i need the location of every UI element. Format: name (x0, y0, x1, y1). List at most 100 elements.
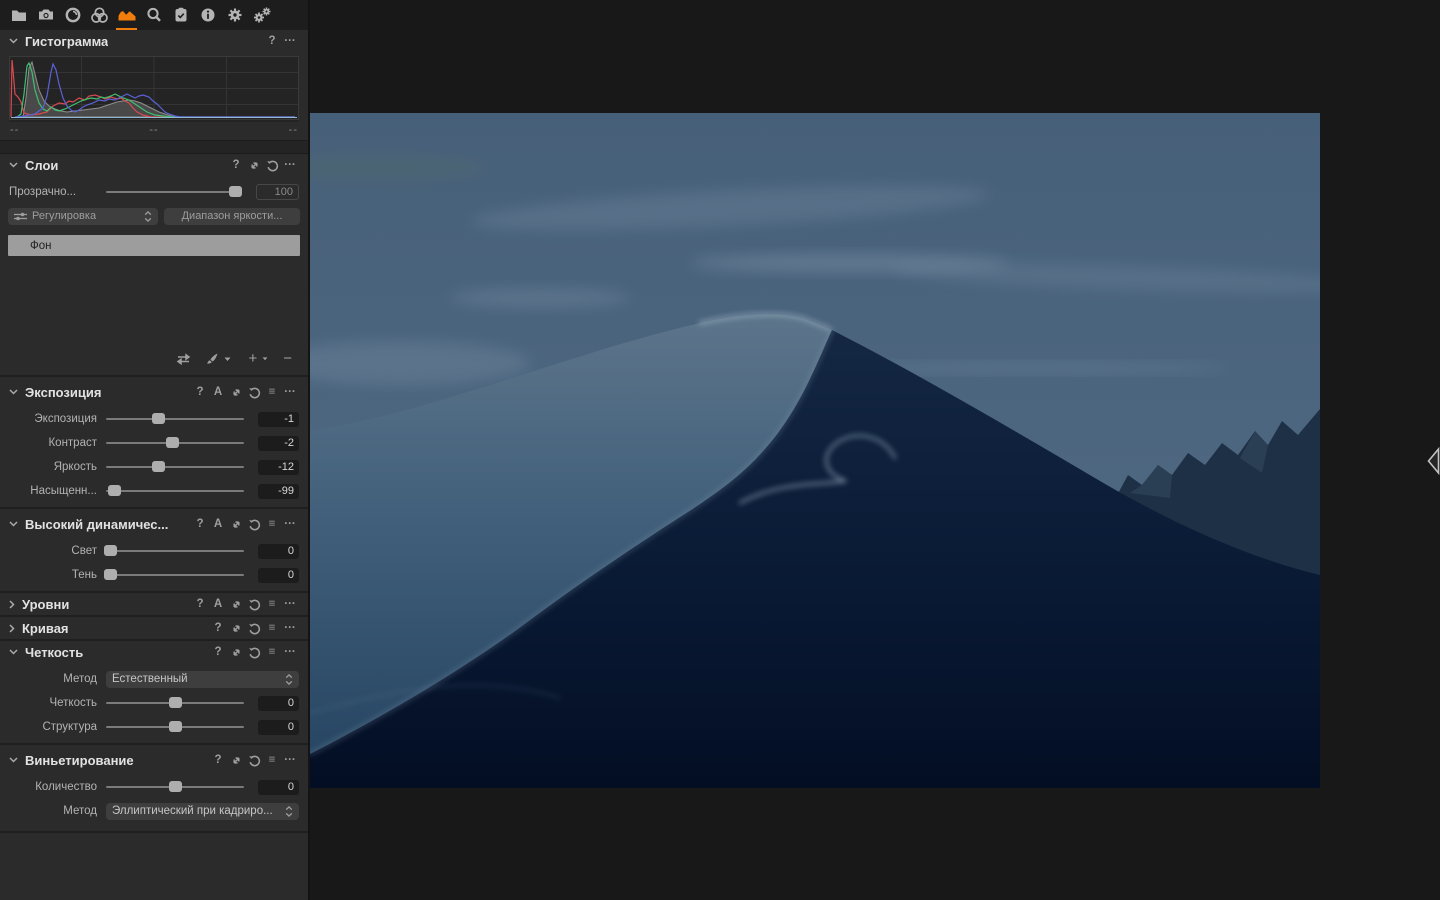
slider-thumb[interactable] (169, 781, 182, 792)
remove-layer-icon[interactable]: − (283, 352, 296, 366)
help-icon[interactable]: ? (263, 32, 281, 50)
chevron-right-icon[interactable] (9, 600, 15, 609)
panel-title[interactable]: Экспозиция (25, 385, 101, 400)
caret-down-icon[interactable] (262, 357, 268, 361)
reset-icon[interactable] (245, 646, 263, 659)
more-options-icon[interactable]: ··· (281, 751, 299, 769)
preset-menu-icon[interactable]: ≡ (263, 751, 281, 769)
slider-thumb[interactable] (108, 485, 121, 496)
panel-title[interactable]: Четкость (25, 645, 83, 660)
help-icon[interactable]: ? (209, 751, 227, 769)
tab-capture[interactable] (32, 0, 59, 30)
slider-thumb[interactable] (152, 413, 165, 424)
chevron-right-icon[interactable] (9, 624, 15, 633)
exposure-slider[interactable] (106, 412, 244, 426)
more-options-icon[interactable]: ··· (281, 515, 299, 533)
help-icon[interactable]: ? (191, 515, 209, 533)
caret-down-icon[interactable] (224, 357, 231, 362)
slider-thumb[interactable] (166, 437, 179, 448)
highlight-slider[interactable] (106, 544, 244, 558)
tab-exposure[interactable] (113, 0, 140, 30)
auto-adjust-icon[interactable]: A (209, 595, 227, 613)
slider-value[interactable]: -12 (258, 460, 299, 475)
slider-value[interactable]: -99 (258, 484, 299, 499)
reset-icon[interactable] (245, 754, 263, 767)
structure-slider[interactable] (106, 720, 244, 734)
chevron-down-icon[interactable] (9, 649, 18, 655)
more-options-icon[interactable]: ··· (281, 32, 299, 50)
tab-library[interactable] (5, 0, 32, 30)
reset-icon[interactable] (245, 518, 263, 531)
preset-menu-icon[interactable]: ≡ (263, 383, 281, 401)
chevron-down-icon[interactable] (9, 521, 18, 527)
opacity-slider[interactable] (106, 185, 242, 199)
more-options-icon[interactable]: ··· (281, 383, 299, 401)
reset-icon[interactable] (245, 386, 263, 399)
panel-title[interactable]: Виньетирование (25, 753, 134, 768)
chevron-down-icon[interactable] (9, 757, 18, 763)
preset-menu-icon[interactable]: ≡ (263, 515, 281, 533)
more-options-icon[interactable]: ··· (281, 156, 299, 174)
more-options-icon[interactable]: ··· (281, 619, 299, 637)
preset-menu-icon[interactable]: ≡ (263, 595, 281, 613)
slider-value[interactable]: 0 (258, 544, 299, 559)
more-options-icon[interactable]: ··· (281, 643, 299, 661)
copy-apply-icon[interactable] (227, 622, 245, 635)
panel-title[interactable]: Высокий динамичес... (25, 517, 168, 532)
more-options-icon[interactable]: ··· (281, 595, 299, 613)
copy-apply-icon[interactable] (227, 646, 245, 659)
clarity-method-dropdown[interactable]: Естественный (106, 671, 299, 688)
auto-adjust-icon[interactable]: A (209, 383, 227, 401)
opacity-value[interactable]: 100 (256, 184, 299, 200)
slider-thumb[interactable] (229, 186, 242, 197)
slider-track[interactable] (106, 191, 242, 193)
tab-color[interactable] (86, 0, 113, 30)
tab-metadata[interactable] (194, 0, 221, 30)
preset-menu-icon[interactable]: ≡ (263, 619, 281, 637)
slider-thumb[interactable] (169, 697, 182, 708)
panel-title[interactable]: Кривая (22, 621, 69, 636)
preset-menu-icon[interactable]: ≡ (263, 643, 281, 661)
collapse-panel-arrow[interactable] (1426, 447, 1440, 475)
layer-row-background[interactable]: Фон (8, 235, 300, 256)
brightness-slider[interactable] (106, 460, 244, 474)
layer-mode-dropdown[interactable]: Регулировка (8, 208, 158, 225)
slider-thumb[interactable] (169, 721, 182, 732)
reset-icon[interactable] (245, 622, 263, 635)
saturation-slider[interactable] (106, 484, 244, 498)
luma-range-button[interactable]: Диапазон яркости... (164, 208, 300, 225)
tab-details[interactable] (140, 0, 167, 30)
chevron-down-icon[interactable] (9, 162, 18, 168)
help-icon[interactable]: ? (209, 643, 227, 661)
slider-value[interactable]: 0 (258, 696, 299, 711)
brush-tool-icon[interactable] (205, 352, 219, 366)
add-layer-icon[interactable]: + (248, 352, 257, 366)
reset-icon[interactable] (245, 598, 263, 611)
slider-value[interactable]: 0 (258, 780, 299, 795)
tab-adjustments[interactable] (167, 0, 194, 30)
copy-apply-icon[interactable] (227, 518, 245, 531)
copy-apply-icon[interactable] (227, 386, 245, 399)
contrast-slider[interactable] (106, 436, 244, 450)
slider-value[interactable]: -1 (258, 412, 299, 427)
reset-icon[interactable] (263, 159, 281, 172)
help-icon[interactable]: ? (191, 595, 209, 613)
tab-lens[interactable] (59, 0, 86, 30)
vignette-method-dropdown[interactable]: Эллиптический при кадриро... (106, 803, 299, 820)
panel-title[interactable]: Гистограмма (25, 34, 108, 49)
copy-apply-icon[interactable] (227, 598, 245, 611)
copy-apply-icon[interactable] (245, 159, 263, 172)
auto-adjust-icon[interactable]: A (209, 515, 227, 533)
panel-title[interactable]: Уровни (22, 597, 69, 612)
shadow-slider[interactable] (106, 568, 244, 582)
chevron-down-icon[interactable] (9, 38, 18, 44)
chevron-down-icon[interactable] (9, 389, 18, 395)
swap-layers-icon[interactable] (176, 353, 191, 365)
help-icon[interactable]: ? (227, 156, 245, 174)
copy-apply-icon[interactable] (227, 754, 245, 767)
clarity-slider[interactable] (106, 696, 244, 710)
panel-title[interactable]: Слои (25, 158, 58, 173)
help-icon[interactable]: ? (191, 383, 209, 401)
slider-thumb[interactable] (104, 569, 117, 580)
slider-thumb[interactable] (104, 545, 117, 556)
